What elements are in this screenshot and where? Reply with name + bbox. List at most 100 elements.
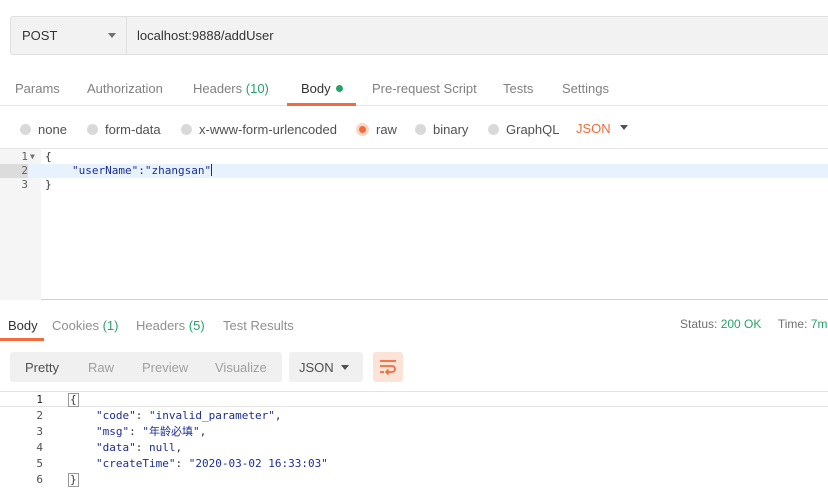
tab-label: Test Results: [223, 318, 294, 333]
radio-circle: [20, 124, 31, 135]
tab-label: Settings: [562, 81, 609, 96]
tab-label: Headers: [136, 318, 186, 333]
line-number: 4: [36, 441, 43, 454]
tab-pre-request-script[interactable]: Pre-request Script: [372, 81, 477, 96]
radio-label: binary: [433, 122, 469, 137]
line-code: {: [68, 392, 79, 408]
url-text: localhost:9888/addUser: [137, 28, 274, 43]
editor-line: 3 }: [0, 178, 828, 192]
line-number: 3: [36, 425, 43, 438]
tab-authorization[interactable]: Authorization: [87, 81, 163, 96]
radio-raw[interactable]: raw: [356, 122, 397, 137]
view-pretty-button[interactable]: Pretty: [25, 360, 59, 375]
radio-label: x-www-form-urlencoded: [199, 122, 337, 137]
response-line: 6 }: [0, 472, 828, 488]
format-label: JSON: [299, 360, 334, 375]
body-type-options: none form-data x-www-form-urlencoded raw…: [0, 118, 828, 140]
tab-label: Body: [301, 81, 331, 96]
response-tab-body[interactable]: Body: [8, 318, 38, 333]
text-caret: [211, 164, 213, 176]
tab-label: Body: [8, 318, 38, 333]
line-code: "code": "invalid_parameter",: [96, 408, 281, 424]
json-separator: :: [129, 425, 143, 438]
time-value[interactable]: 7ms: [811, 317, 828, 331]
json-comma: ,: [175, 441, 183, 454]
method-select[interactable]: POST: [10, 16, 126, 55]
tab-count: (5): [188, 318, 205, 333]
wrap-lines-icon: [380, 360, 396, 375]
response-tab-cookies[interactable]: Cookies (1): [52, 318, 118, 333]
format-label: JSON: [576, 121, 611, 136]
radio-circle: [181, 124, 192, 135]
fold-arrow-icon[interactable]: ▼: [30, 150, 35, 164]
json-separator: :: [175, 457, 189, 470]
radio-none[interactable]: none: [20, 122, 67, 137]
tab-label: Cookies: [52, 318, 99, 333]
json-key: "data": [96, 441, 136, 454]
line-number: 1: [36, 393, 43, 406]
tab-label: Params: [15, 81, 60, 96]
json-comma: ,: [274, 409, 282, 422]
response-line: 5 "createTime": "2020-03-02 16:33:03": [0, 456, 828, 472]
line-code: "msg": "年龄必填",: [96, 424, 206, 440]
active-tab-indicator: [287, 103, 356, 106]
line-code: }: [45, 178, 52, 191]
tab-label: Headers: [193, 81, 243, 96]
json-comma: ,: [199, 425, 207, 438]
radio-urlencoded[interactable]: x-www-form-urlencoded: [181, 122, 337, 137]
status-label: Status:: [680, 317, 718, 331]
tab-label: Pre-request Script: [372, 81, 477, 96]
line-number: 5: [36, 457, 43, 470]
response-tab-test-results[interactable]: Test Results: [223, 318, 294, 333]
modified-dot-icon: [335, 85, 343, 92]
request-body-editor[interactable]: 1 ▼ { 2 "userName":"zhangsan" 3 }: [0, 148, 828, 300]
view-raw-button[interactable]: Raw: [88, 360, 114, 375]
response-line: 4 "data": null,: [0, 440, 828, 456]
radio-form-data[interactable]: form-data: [87, 122, 161, 137]
matched-brace: {: [68, 393, 79, 407]
chevron-down-icon: [108, 33, 116, 38]
method-label: POST: [22, 28, 58, 43]
editor-line-active: 2 "userName":"zhangsan": [0, 164, 828, 178]
tab-settings[interactable]: Settings: [562, 81, 609, 96]
response-line: 2 "code": "invalid_parameter",: [0, 408, 828, 424]
wrap-lines-button[interactable]: [373, 352, 403, 382]
chevron-down-icon: [620, 125, 628, 130]
tab-params[interactable]: Params: [15, 81, 60, 96]
editor-line: 1 ▼ {: [0, 150, 828, 164]
response-line: 1 {: [0, 391, 828, 407]
json-separator: :: [135, 441, 149, 454]
response-status: Status: 200 OK Time: 7ms: [680, 317, 828, 331]
response-tabs: Body Cookies (1) Headers (5) Test Result…: [0, 312, 828, 341]
line-code: "createTime": "2020-03-02 16:33:03": [96, 456, 328, 472]
line-number: 2: [36, 409, 43, 422]
json-value: null: [149, 441, 176, 454]
active-tab-indicator: [0, 338, 44, 341]
json-value: "2020-03-02 16:33:03": [188, 457, 328, 470]
chevron-down-icon: [341, 365, 349, 370]
view-preview-button[interactable]: Preview: [142, 360, 188, 375]
status-value[interactable]: 200 OK: [721, 317, 762, 331]
raw-format-select[interactable]: JSON: [576, 121, 628, 136]
response-format-select[interactable]: JSON: [289, 352, 363, 382]
json-key: "userName": [72, 164, 139, 177]
line-number: 2: [0, 164, 28, 178]
view-visualize-button[interactable]: Visualize: [215, 360, 267, 375]
tab-count: (10): [245, 81, 269, 96]
tab-label: Tests: [503, 81, 534, 96]
radio-circle-selected: [356, 123, 369, 136]
radio-binary[interactable]: binary: [415, 122, 468, 137]
response-tab-headers[interactable]: Headers (5): [136, 318, 205, 333]
tab-headers[interactable]: Headers (10): [193, 81, 269, 96]
line-code: }: [68, 472, 79, 488]
tab-body[interactable]: Body: [301, 81, 343, 96]
line-code: "data": null,: [96, 440, 182, 456]
radio-graphql[interactable]: GraphQL: [488, 122, 559, 137]
json-value: "zhangsan": [144, 164, 212, 177]
request-bar: POST localhost:9888/addUser: [10, 16, 828, 55]
line-code: {: [45, 150, 52, 163]
url-input[interactable]: localhost:9888/addUser: [126, 16, 828, 55]
line-code: "userName":"zhangsan": [72, 164, 213, 178]
response-view-modes: Pretty Raw Preview Visualize: [10, 352, 282, 382]
tab-tests[interactable]: Tests: [503, 81, 533, 96]
